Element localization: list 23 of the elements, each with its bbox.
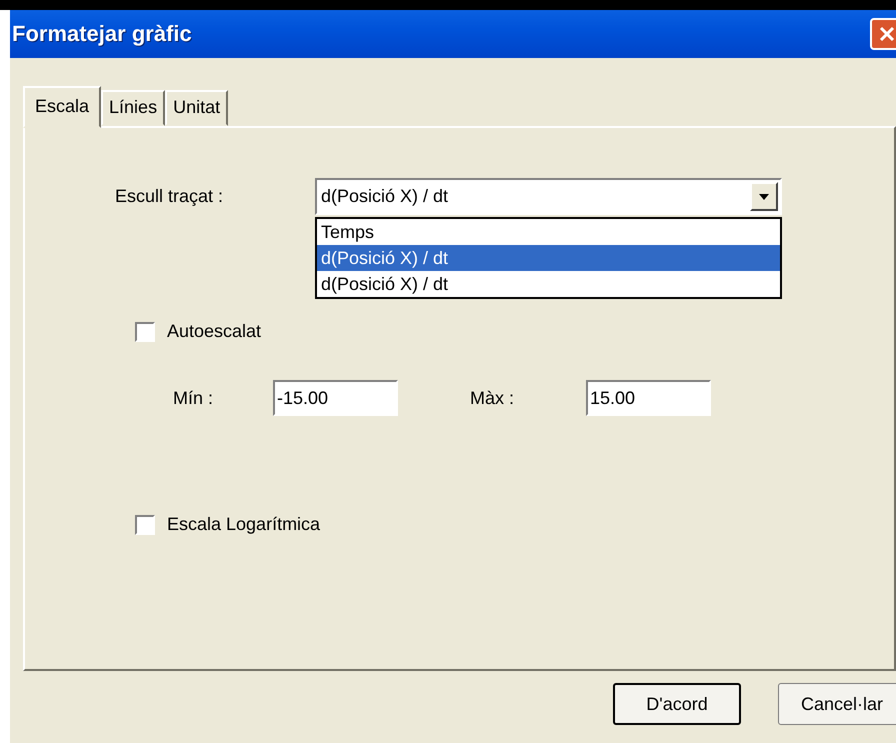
plot-dropdown[interactable]: d(Posició X) / dt — [315, 178, 782, 215]
field-label: Màx : — [470, 388, 516, 408]
window-title: Formatejar gràfic — [11, 21, 192, 47]
checkbox-label: Escala Logarítmica — [167, 514, 320, 535]
field-label: Escull traçat : — [115, 185, 224, 208]
dropdown-option[interactable]: d(Posició X) / dt — [317, 245, 780, 271]
dropdown-option[interactable]: d(Posició X) / dt — [317, 271, 780, 297]
close-button[interactable] — [870, 18, 896, 50]
checkbox[interactable] — [135, 322, 155, 342]
checkbox[interactable] — [135, 514, 155, 534]
field-label: Mín : — [173, 388, 214, 408]
dialog-button[interactable]: D'acord — [613, 683, 741, 725]
max-field[interactable]: 15.00 — [586, 380, 711, 416]
tab[interactable]: Línies — [101, 90, 166, 126]
tab[interactable]: Escala — [23, 86, 102, 128]
close-icon — [878, 25, 896, 43]
dropdown-option[interactable]: Temps — [317, 219, 780, 245]
dialog-button[interactable]: Cancel·lar — [778, 683, 896, 725]
min-field[interactable]: -15.00 — [273, 380, 398, 416]
dropdown-button[interactable] — [750, 182, 778, 211]
tab[interactable]: Unitat — [165, 90, 228, 126]
checkbox-label: Autoescalat — [167, 321, 262, 342]
caret-icon — [759, 194, 769, 200]
